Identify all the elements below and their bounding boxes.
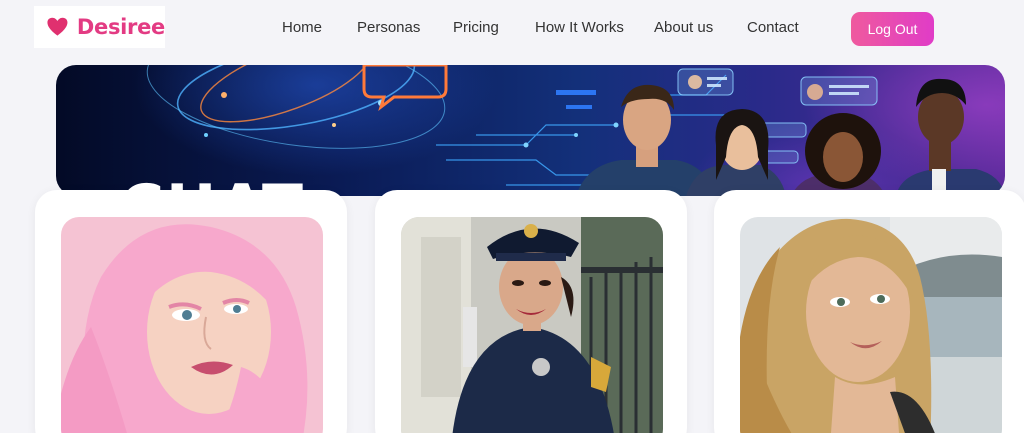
nav-how-it-works[interactable]: How It Works xyxy=(535,19,624,36)
persona-photo-pink-hair xyxy=(61,217,323,433)
hero-banner: CHAT xyxy=(56,65,1005,196)
persona-photo-blonde xyxy=(740,217,1002,433)
persona-photo-police xyxy=(401,217,663,433)
logout-button[interactable]: Log Out xyxy=(851,12,934,46)
persona-card[interactable] xyxy=(35,190,347,433)
nav-home[interactable]: Home xyxy=(282,19,322,36)
nav-contact[interactable]: Contact xyxy=(747,19,799,36)
nav-pricing[interactable]: Pricing xyxy=(453,19,499,36)
persona-card[interactable] xyxy=(714,190,1024,433)
nav-about-us[interactable]: About us xyxy=(654,19,713,36)
nav-personas[interactable]: Personas xyxy=(357,19,420,36)
persona-card[interactable] xyxy=(375,190,687,433)
